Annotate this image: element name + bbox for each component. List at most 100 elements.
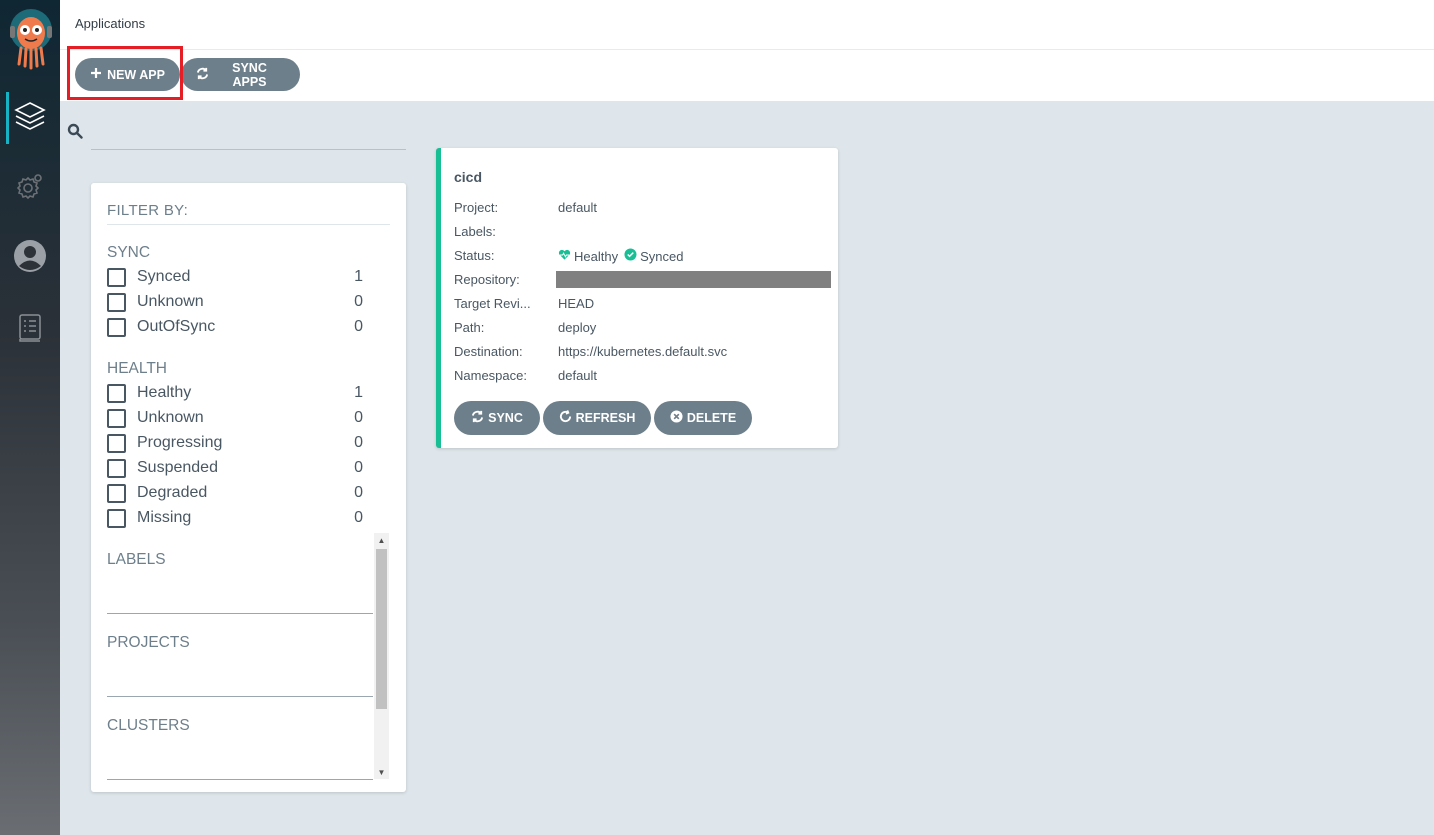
health-status: Healthy xyxy=(574,248,619,264)
filter-option-sync-unknown[interactable]: Unknown 0 xyxy=(107,291,363,313)
divider xyxy=(107,224,390,225)
filter-option-health-unknown[interactable]: Unknown 0 xyxy=(107,407,363,429)
app-status-row: Status: Healthy Synced xyxy=(454,248,834,266)
argo-logo[interactable] xyxy=(8,8,54,70)
sync-status: Synced xyxy=(640,248,684,264)
left-nav xyxy=(0,0,60,835)
checkbox[interactable] xyxy=(107,383,126,403)
status-value: Healthy Synced xyxy=(558,248,683,264)
sync-label: SYNC xyxy=(488,411,523,425)
filter-option-outofsync[interactable]: OutOfSync 0 xyxy=(107,316,363,338)
filter-option-progressing[interactable]: Progressing 0 xyxy=(107,432,363,454)
checkbox[interactable] xyxy=(107,317,126,337)
top-bar: Applications xyxy=(60,0,1434,50)
checkbox[interactable] xyxy=(107,458,126,478)
field-label: Destination: xyxy=(454,344,523,359)
close-circle-icon xyxy=(670,410,683,426)
scroll-down-arrow-icon[interactable]: ▼ xyxy=(374,765,389,779)
checkbox[interactable] xyxy=(107,408,126,428)
filter-option-label: Degraded xyxy=(137,484,208,501)
filter-option-label: OutOfSync xyxy=(137,318,216,335)
checkbox[interactable] xyxy=(107,483,126,503)
app-namespace-row: Namespace: default xyxy=(454,368,834,386)
filter-option-healthy[interactable]: Healthy 1 xyxy=(107,382,363,404)
path-value: deploy xyxy=(558,320,597,335)
filter-option-count: 1 xyxy=(354,384,363,401)
filter-option-label: Unknown xyxy=(137,409,204,426)
filter-option-count: 1 xyxy=(354,268,363,285)
clusters-filter-input[interactable] xyxy=(107,779,373,780)
filter-option-suspended[interactable]: Suspended 0 xyxy=(107,457,363,479)
app-sync-button[interactable]: SYNC xyxy=(454,401,540,435)
labels-filter-title: LABELS xyxy=(107,551,166,568)
sync-apps-button[interactable]: SYNC APPS xyxy=(181,58,300,91)
sync-filter-title: SYNC xyxy=(107,244,151,261)
checkbox[interactable] xyxy=(107,292,126,312)
refresh-icon xyxy=(559,410,572,426)
checkbox[interactable] xyxy=(107,267,126,287)
projects-filter-title: PROJECTS xyxy=(107,634,190,651)
app-card-cicd[interactable]: cicd Project: default Labels: Status: He… xyxy=(436,148,838,448)
nav-documentation[interactable] xyxy=(0,304,60,356)
new-app-highlight-box xyxy=(67,46,183,100)
app-path-row: Path: deploy xyxy=(454,320,834,338)
filter-option-label: Progressing xyxy=(137,434,223,451)
search-input[interactable] xyxy=(91,118,406,150)
filter-option-count: 0 xyxy=(354,318,363,335)
heartbeat-icon xyxy=(558,249,571,264)
search-icon xyxy=(67,123,83,144)
nav-applications[interactable] xyxy=(0,92,60,144)
filter-option-missing[interactable]: Missing 0 xyxy=(107,507,363,529)
filter-option-count: 0 xyxy=(354,459,363,476)
scroll-up-arrow-icon[interactable]: ▲ xyxy=(374,533,389,547)
filter-option-synced[interactable]: Synced 1 xyxy=(107,266,363,288)
app-target-revision-row: Target Revi... HEAD xyxy=(454,296,834,314)
nav-settings[interactable] xyxy=(0,162,60,214)
app-repository-row: Repository: xyxy=(454,271,834,290)
filter-panel: FILTER BY: SYNC Synced 1 Unknown 0 OutOf… xyxy=(91,183,406,792)
app-delete-button[interactable]: DELETE xyxy=(654,401,752,435)
sync-apps-label: SYNC APPS xyxy=(232,60,267,89)
field-label: Project: xyxy=(454,200,499,215)
filter-title: FILTER BY: xyxy=(107,202,189,219)
scroll-thumb[interactable] xyxy=(376,549,387,709)
page-title: Applications xyxy=(75,16,146,31)
target-revision-value: HEAD xyxy=(558,296,595,311)
filter-option-degraded[interactable]: Degraded 0 xyxy=(107,482,363,504)
layers-icon xyxy=(13,99,47,138)
filter-option-count: 0 xyxy=(354,484,363,501)
filter-option-label: Healthy xyxy=(137,384,192,401)
filter-option-label: Missing xyxy=(137,509,192,526)
check-circle-icon xyxy=(624,248,637,264)
app-destination-row: Destination: https://kubernetes.default.… xyxy=(454,344,834,362)
app-refresh-button[interactable]: REFRESH xyxy=(543,401,651,435)
toolbar: NEW APP SYNC APPS xyxy=(60,50,1434,101)
labels-filter-input[interactable] xyxy=(107,613,373,614)
user-icon xyxy=(14,239,46,277)
filter-option-count: 0 xyxy=(354,293,363,310)
destination-value: https://kubernetes.default.svc xyxy=(558,344,728,359)
filter-option-count: 0 xyxy=(354,434,363,451)
checkbox[interactable] xyxy=(107,433,126,453)
health-filter-title: HEALTH xyxy=(107,360,168,377)
filter-option-label: Synced xyxy=(137,268,191,285)
sync-icon xyxy=(196,67,209,83)
gear-icon xyxy=(15,171,45,206)
field-label: Labels: xyxy=(454,224,496,239)
checkbox[interactable] xyxy=(107,508,126,528)
clusters-filter-title: CLUSTERS xyxy=(107,717,190,734)
field-label: Path: xyxy=(454,320,485,335)
docs-icon xyxy=(18,313,42,348)
field-label: Namespace: xyxy=(454,368,527,383)
app-labels-row: Labels: xyxy=(454,224,834,242)
delete-label: DELETE xyxy=(686,411,737,425)
field-label: Repository: xyxy=(454,272,520,287)
sync-icon xyxy=(471,410,484,426)
redacted-repository-value xyxy=(556,271,831,288)
nav-user-info[interactable] xyxy=(0,232,60,284)
filter-scrollbar[interactable]: ▲ ▼ xyxy=(374,533,389,779)
filter-option-label: Suspended xyxy=(137,459,218,476)
projects-filter-input[interactable] xyxy=(107,696,373,697)
filter-option-count: 0 xyxy=(354,409,363,426)
namespace-value: default xyxy=(558,368,598,383)
